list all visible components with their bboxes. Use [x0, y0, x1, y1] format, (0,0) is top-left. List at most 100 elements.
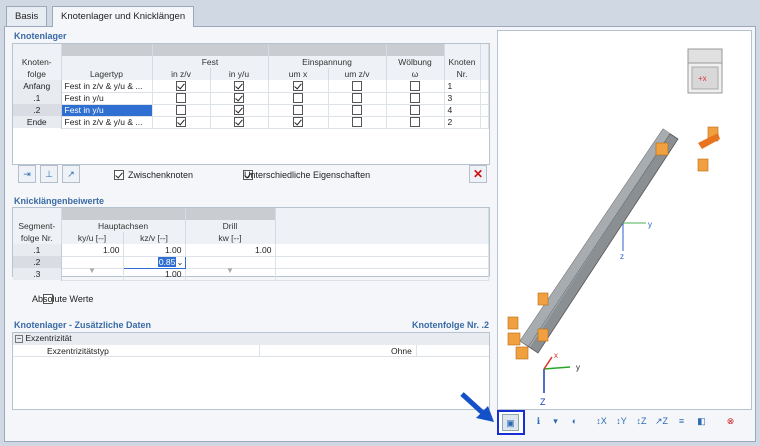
- chevron-down-icon[interactable]: ⌄: [176, 257, 183, 267]
- kzv-dropdown[interactable]: 0.85 ⌄: [122, 255, 186, 269]
- support-omega-checkbox[interactable]: [410, 105, 420, 115]
- support-umzv-cell: [328, 104, 387, 117]
- knick-kyu-cell[interactable]: 1.00: [61, 244, 124, 257]
- support-omega-cell: [386, 104, 445, 117]
- knick-kzv-cell[interactable]: 1.00: [123, 268, 186, 281]
- support-umzv-checkbox[interactable]: [352, 117, 362, 127]
- view-x-button[interactable]: ↕X: [593, 413, 610, 430]
- local-z-label: z: [620, 252, 624, 261]
- tab-basis[interactable]: Basis: [6, 6, 48, 26]
- knoten-nr-cell[interactable]: 1: [444, 80, 481, 93]
- knotenlager-row[interactable]: Anfang Fest in z/v & y/u & ... 1: [13, 80, 489, 93]
- support-yu-cell: [210, 80, 269, 93]
- knotenlager-row[interactable]: .1 Fest in y/u 3: [13, 92, 489, 105]
- hdr-segment: Segment-: [13, 220, 62, 232]
- view-cube[interactable]: +x: [687, 48, 723, 94]
- hdr-folge-nr: folge Nr.: [13, 232, 62, 244]
- support-zv-checkbox[interactable]: [176, 117, 186, 127]
- iso-view-button[interactable]: ↗Z: [653, 413, 670, 430]
- support-yu-checkbox[interactable]: [234, 93, 244, 103]
- knick-row-nr: .3: [13, 268, 62, 280]
- support-zv-checkbox[interactable]: [176, 105, 186, 115]
- support-yu-cell: [210, 116, 269, 129]
- support-umx-checkbox[interactable]: [293, 117, 303, 127]
- 3d-view[interactable]: +x y z x y Z: [497, 30, 752, 410]
- axis-y-label: y: [576, 363, 580, 372]
- support-umx-cell: [268, 104, 329, 117]
- display-options-button[interactable]: ◐: [566, 413, 583, 430]
- axis-z-label: Z: [540, 397, 546, 407]
- knotenlager-table: Knoten- Fest Einspannung Wölbung Knoten …: [12, 43, 490, 165]
- knotenlager-row[interactable]: .2 Fest in y/u 4: [13, 104, 489, 117]
- render-options-button[interactable]: ◧: [693, 413, 710, 430]
- lagertyp-cell[interactable]: Fest in z/v & y/u & ...: [61, 80, 153, 93]
- support-yu-checkbox[interactable]: [234, 81, 244, 91]
- hdr-einspannung: Einspannung: [268, 56, 387, 68]
- hdr-woelbung: Wölbung: [386, 56, 445, 68]
- support-yu-checkbox[interactable]: [234, 105, 244, 115]
- hdr-knotenfolge: Knoten-: [13, 56, 62, 68]
- unterschiedliche-label: Unterschiedliche Eigenschaften: [244, 170, 371, 180]
- support-yu-cell: [210, 104, 269, 117]
- dropdown-button[interactable]: ▾: [547, 413, 564, 430]
- knick-kzv-cell[interactable]: 1.00: [123, 244, 186, 257]
- support-zv-cell: [152, 116, 211, 129]
- support-umx-cell: [268, 116, 329, 129]
- import-support-button[interactable]: ⇥: [18, 165, 36, 183]
- hdr-in-zv: in z/v: [152, 68, 211, 80]
- hdr-knoten: Knoten: [444, 56, 481, 68]
- support-type-button[interactable]: ⊥: [40, 165, 58, 183]
- support-yu-checkbox[interactable]: [234, 117, 244, 127]
- zwischenknoten-checkbox[interactable]: [114, 169, 124, 180]
- hdr-kw: kw [--]: [185, 232, 276, 244]
- exzentrizitaetstyp-label: Exzentrizitätstyp: [47, 346, 109, 356]
- exzentrizitaet-label: Exzentrizität: [25, 333, 72, 343]
- reset-view-button[interactable]: ⊗: [722, 413, 739, 430]
- hdr-nr: Nr.: [444, 68, 481, 80]
- lagertyp-cell[interactable]: Fest in y/u: [61, 104, 153, 117]
- model-view-button[interactable]: ▣: [502, 414, 519, 431]
- empty-cell: [480, 92, 489, 105]
- view-z-button[interactable]: ↕Z: [633, 413, 650, 430]
- support-omega-checkbox[interactable]: [410, 93, 420, 103]
- hdr-hauptachsen: Hauptachsen: [61, 220, 186, 232]
- support-umx-checkbox[interactable]: [293, 81, 303, 91]
- support-zv-checkbox[interactable]: [176, 93, 186, 103]
- exzentrizitaet-group[interactable]: − Exzentrizität: [13, 333, 489, 345]
- cube-label: +x: [698, 74, 707, 83]
- hdr-in-yu: in y/u: [210, 68, 269, 80]
- exzentrizitaetstyp-row[interactable]: Exzentrizitätstyp Ohne: [13, 345, 489, 357]
- support-umzv-checkbox[interactable]: [352, 93, 362, 103]
- knick-row-nr: .1: [13, 244, 62, 256]
- knotenfolge-cell: .2: [13, 104, 62, 116]
- view-y-button[interactable]: ↕Y: [613, 413, 630, 430]
- hdr-um-zv: um z/v: [328, 68, 387, 80]
- knick-kw-cell[interactable]: 1.00: [185, 244, 276, 257]
- lagertyp-cell[interactable]: Fest in y/u: [61, 92, 153, 105]
- view-options-button[interactable]: ≡: [673, 413, 690, 430]
- knotenlager-row[interactable]: Ende Fest in z/v & y/u & ... 2: [13, 116, 489, 129]
- tab-knotenlager[interactable]: Knotenlager und Knicklängen: [52, 6, 195, 27]
- info-button[interactable]: ℹ: [530, 413, 547, 430]
- knoten-nr-cell[interactable]: 4: [444, 104, 481, 117]
- collapse-icon[interactable]: −: [15, 335, 23, 343]
- knoten-nr-cell[interactable]: 3: [444, 92, 481, 105]
- lagertyp-cell[interactable]: Fest in z/v & y/u & ...: [61, 116, 153, 129]
- knotenlager-title: Knotenlager: [14, 31, 67, 41]
- support-umzv-checkbox[interactable]: [352, 105, 362, 115]
- support-select-button[interactable]: ↗: [62, 165, 80, 183]
- fill-down-icon: ▼: [226, 266, 234, 275]
- knoten-nr-cell[interactable]: 2: [444, 116, 481, 129]
- support-omega-cell: [386, 80, 445, 93]
- zusatz-panel: − Exzentrizität Exzentrizitätstyp Ohne: [12, 332, 490, 410]
- support-omega-cell: [386, 116, 445, 129]
- support-umx-checkbox[interactable]: [293, 93, 303, 103]
- delete-button[interactable]: ✕: [469, 165, 487, 183]
- exzentrizitaetstyp-value[interactable]: Ohne: [391, 346, 412, 356]
- support-zv-checkbox[interactable]: [176, 81, 186, 91]
- support-umx-checkbox[interactable]: [293, 105, 303, 115]
- support-omega-checkbox[interactable]: [410, 81, 420, 91]
- support-omega-checkbox[interactable]: [410, 117, 420, 127]
- support-umzv-checkbox[interactable]: [352, 81, 362, 91]
- support-umzv-cell: [328, 116, 387, 129]
